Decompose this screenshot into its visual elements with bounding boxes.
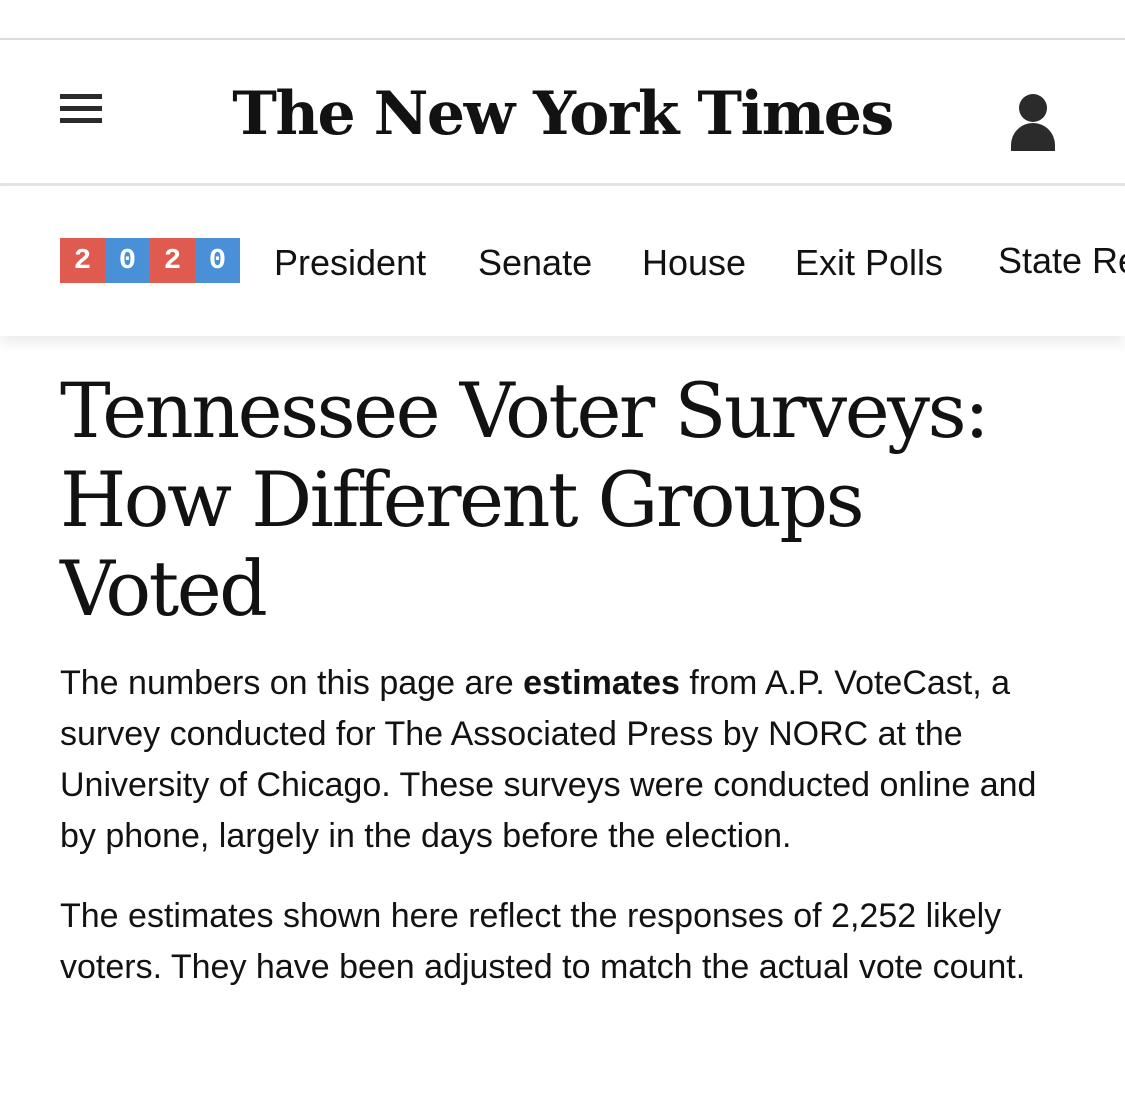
nyt-logo[interactable]: The New York Times [0, 72, 1125, 156]
account-user-icon[interactable] [1008, 92, 1058, 154]
year-digit: 0 [195, 238, 240, 283]
methodology-paragraph: The estimates shown here reflect the res… [60, 897, 1026, 986]
year-digit: 2 [150, 238, 195, 283]
nav-item-house[interactable]: House [642, 238, 746, 288]
nav-item-senate[interactable]: Senate [478, 238, 592, 288]
year-digit: 0 [105, 238, 150, 283]
year-digit: 2 [60, 238, 105, 283]
nav-item-state-results[interactable]: State Re [998, 236, 1125, 286]
nav-item-exit-polls[interactable]: Exit Polls [795, 238, 943, 288]
election-2020-badge[interactable]: 2 0 2 0 [60, 238, 240, 283]
nav-item-president[interactable]: President [274, 238, 426, 288]
article-headline: Tennessee Voter Surveys: How Different G… [60, 366, 990, 633]
intro-emphasis: estimates [523, 664, 680, 702]
intro-text-start: The numbers on this page are [60, 664, 524, 702]
intro-paragraph: The numbers on this page are estimates f… [60, 658, 1070, 862]
